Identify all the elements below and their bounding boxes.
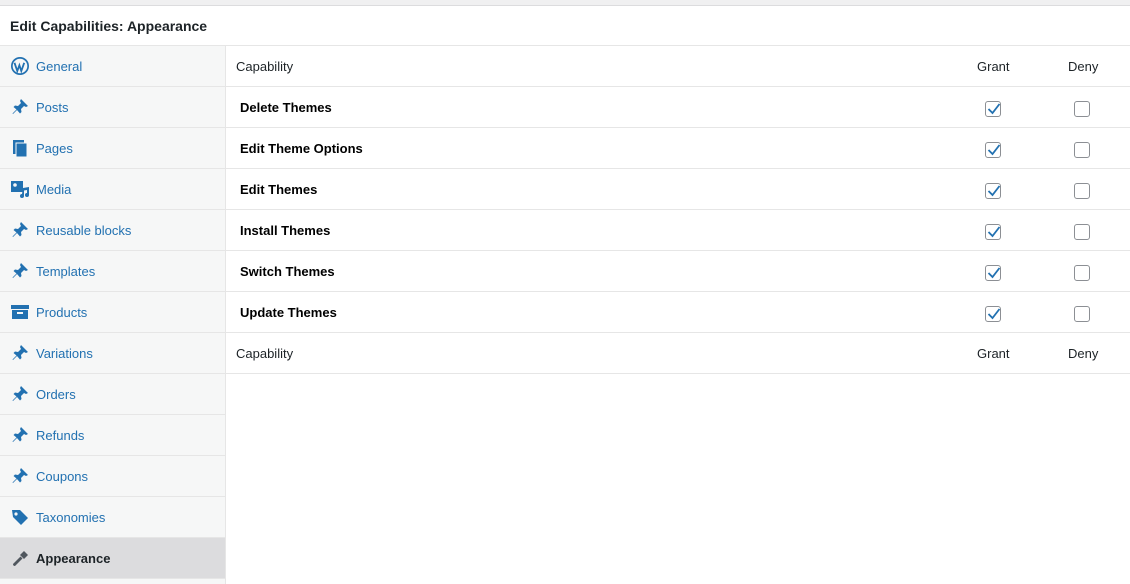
sidebar-item-label: Appearance (36, 550, 111, 566)
deny-checkbox[interactable] (1074, 183, 1090, 199)
sidebar-item-label: Variations (36, 345, 93, 361)
sidebar-item-label: Taxonomies (36, 509, 106, 525)
capability-label: Update Themes (240, 304, 337, 320)
column-footer-deny: Deny (1068, 345, 1099, 361)
sidebar-item-label: Media (36, 181, 72, 197)
column-footer-grant: Grant (977, 345, 1010, 361)
pin-icon (10, 220, 30, 240)
table-row: Switch Themes (226, 251, 1130, 292)
checkmark-icon (987, 226, 1001, 238)
sidebar-item-label: Coupons (36, 468, 89, 484)
brush-icon (10, 548, 30, 568)
sidebar-item-taxonomies[interactable]: Taxonomies (0, 497, 225, 538)
table-footer: Capability Grant Deny (226, 333, 1130, 374)
capability-sidebar: General Posts Pages Media Reusable block… (0, 46, 226, 584)
sidebar-item-label: Reusable blocks (36, 222, 132, 238)
media-icon (10, 179, 30, 199)
checkmark-icon (987, 103, 1001, 115)
checkmark-icon (987, 144, 1001, 156)
sidebar-item-templates[interactable]: Templates (0, 251, 225, 292)
sidebar-item-label: General (36, 58, 83, 74)
sidebar-item-label: Refunds (36, 427, 85, 443)
sidebar-item-variations[interactable]: Variations (0, 333, 225, 374)
sidebar-item-general[interactable]: General (0, 46, 225, 87)
pin-icon (10, 343, 30, 363)
deny-checkbox[interactable] (1074, 306, 1090, 322)
sidebar-item-products[interactable]: Products (0, 292, 225, 333)
pin-icon (10, 384, 30, 404)
grant-checkbox[interactable] (985, 224, 1001, 240)
sidebar-item-appearance[interactable]: Appearance (0, 538, 225, 579)
column-header-deny: Deny (1068, 58, 1099, 74)
grant-checkbox[interactable] (985, 142, 1001, 158)
checkmark-icon (987, 185, 1001, 197)
grant-checkbox[interactable] (985, 265, 1001, 281)
sidebar-item-posts[interactable]: Posts (0, 87, 225, 128)
sidebar-item-label: Orders (36, 386, 76, 402)
table-header: Capability Grant Deny (226, 46, 1130, 87)
table-row: Delete Themes (226, 87, 1130, 128)
sidebar-item-label: Products (36, 304, 88, 320)
sidebar-item-coupons[interactable]: Coupons (0, 456, 225, 497)
table-row: Edit Themes (226, 169, 1130, 210)
sidebar-item-pages[interactable]: Pages (0, 128, 225, 169)
capability-label: Delete Themes (240, 99, 332, 115)
sidebar-item-media[interactable]: Media (0, 169, 225, 210)
deny-checkbox[interactable] (1074, 224, 1090, 240)
pin-icon (10, 425, 30, 445)
pin-icon (10, 466, 30, 486)
table-row: Update Themes (226, 292, 1130, 333)
column-header-grant: Grant (977, 58, 1010, 74)
sidebar-item-refunds[interactable]: Refunds (0, 415, 225, 456)
grant-checkbox[interactable] (985, 183, 1001, 199)
pin-icon (10, 97, 30, 117)
panel-header: Edit Capabilities: Appearance (0, 6, 1130, 46)
archive-icon (10, 302, 30, 322)
pages-icon (10, 138, 30, 158)
column-header-capability: Capability (236, 58, 294, 74)
table-row: Edit Theme Options (226, 128, 1130, 169)
capabilities-table: Capability Grant Deny Delete Themes Edit… (226, 46, 1130, 374)
column-footer-capability: Capability (236, 345, 294, 361)
sidebar-item-label: Pages (36, 140, 73, 156)
pin-icon (10, 261, 30, 281)
page-title: Edit Capabilities: Appearance (10, 17, 208, 34)
capability-label: Edit Themes (240, 181, 318, 197)
deny-checkbox[interactable] (1074, 265, 1090, 281)
sidebar-item-label: Templates (36, 263, 96, 279)
wordpress-icon (10, 56, 30, 76)
sidebar-item-label: Posts (36, 99, 69, 115)
capability-label: Install Themes (240, 222, 331, 238)
tag-icon (10, 507, 30, 527)
checkmark-icon (987, 308, 1001, 320)
grant-checkbox[interactable] (985, 306, 1001, 322)
checkmark-icon (987, 267, 1001, 279)
capability-label: Switch Themes (240, 263, 335, 279)
sidebar-item-reusable-blocks[interactable]: Reusable blocks (0, 210, 225, 251)
capability-label: Edit Theme Options (240, 140, 363, 156)
table-row: Install Themes (226, 210, 1130, 251)
deny-checkbox[interactable] (1074, 142, 1090, 158)
deny-checkbox[interactable] (1074, 101, 1090, 117)
grant-checkbox[interactable] (985, 101, 1001, 117)
sidebar-item-orders[interactable]: Orders (0, 374, 225, 415)
